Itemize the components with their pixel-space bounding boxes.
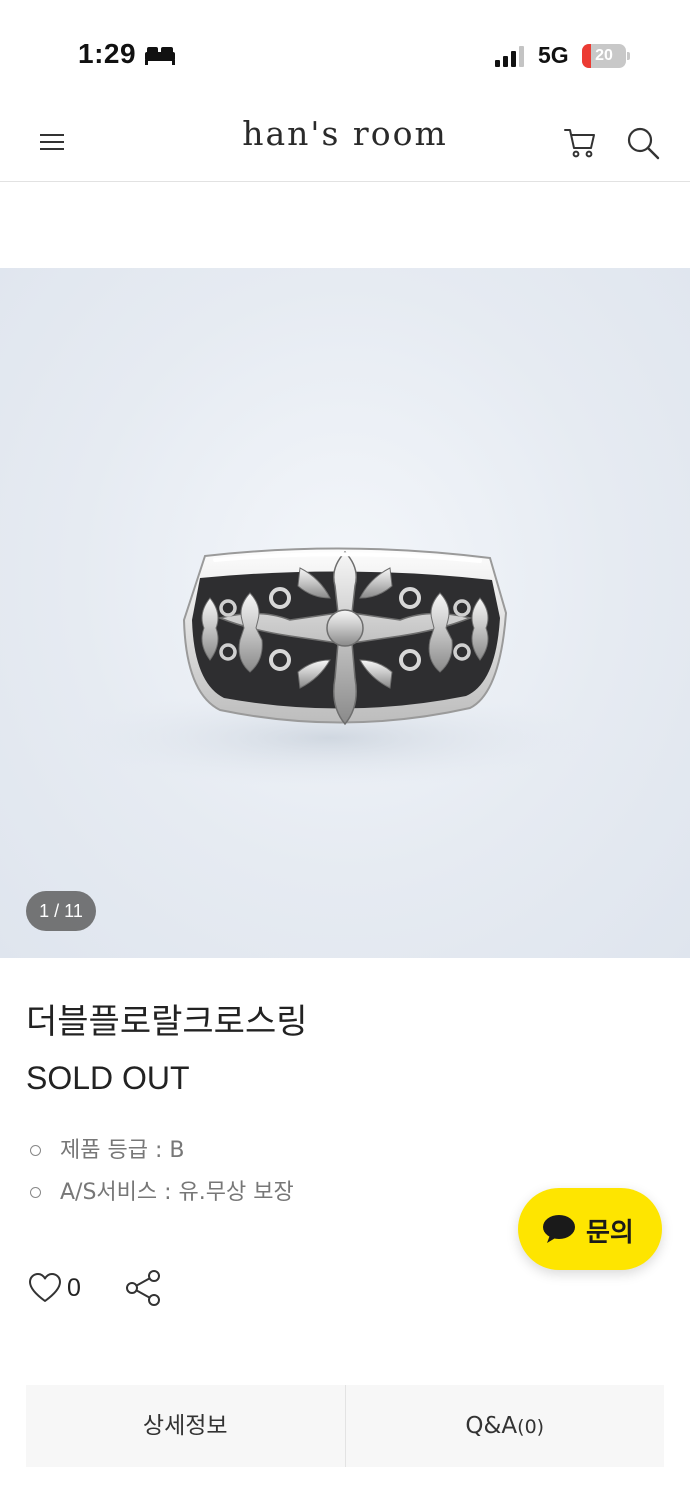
share-icon[interactable] xyxy=(124,1268,164,1308)
slide-counter: 1 / 11 xyxy=(26,891,96,931)
chat-bubble-icon xyxy=(543,1215,575,1243)
bullet-icon xyxy=(30,1145,41,1156)
spec-item-label: A/S서비스 : 유.무상 보장 xyxy=(60,1180,294,1205)
search-icon[interactable] xyxy=(624,124,662,162)
spec-item-as-service: A/S서비스 : 유.무상 보장 xyxy=(26,1175,294,1217)
tab-qa[interactable]: Q&A(0) xyxy=(346,1385,665,1467)
detail-tabs: 상세정보 Q&A(0) xyxy=(26,1385,664,1467)
sold-out-label: SOLD OUT xyxy=(26,1060,190,1096)
menu-icon[interactable] xyxy=(40,130,68,152)
sleep-focus-icon xyxy=(145,47,175,65)
cellular-signal-icon xyxy=(495,46,524,67)
brand-logo[interactable]: han's room xyxy=(200,114,490,153)
battery-indicator: 20 xyxy=(582,44,630,68)
status-bar: 1:29 5G 20 xyxy=(0,0,690,100)
spec-list: 제품 등급 : B A/S서비스 : 유.무상 보장 xyxy=(26,1133,294,1217)
battery-percent: 20 xyxy=(595,47,613,64)
spec-item-grade: 제품 등급 : B xyxy=(26,1133,294,1175)
heart-icon[interactable] xyxy=(28,1272,62,1304)
product-image-gallery[interactable]: 1 / 11 xyxy=(0,268,690,958)
tab-qa-label: Q&A xyxy=(465,1413,518,1439)
cart-icon[interactable] xyxy=(562,124,598,160)
top-navigation: han's room xyxy=(0,100,690,182)
tab-detail-info[interactable]: 상세정보 xyxy=(26,1385,346,1467)
product-image xyxy=(70,547,590,788)
like-count: 0 xyxy=(67,1274,81,1302)
network-type: 5G xyxy=(538,42,569,68)
tab-qa-count: (0) xyxy=(517,1416,545,1438)
bullet-icon xyxy=(30,1187,41,1198)
chat-label: 문의 xyxy=(586,1218,634,1248)
spec-item-label: 제품 등급 : B xyxy=(60,1138,185,1163)
status-time: 1:29 xyxy=(78,38,137,69)
product-title: 더블플로랄크로스링 xyxy=(26,1002,308,1042)
inquiry-chat-button[interactable]: 문의 xyxy=(518,1188,662,1270)
